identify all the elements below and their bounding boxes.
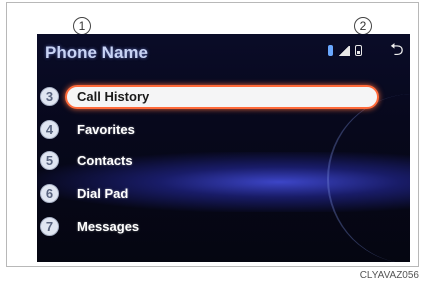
menu-item-favorites[interactable]: 4 Favorites [37,117,377,141]
menu-label-call-history: Call History [77,88,150,104]
phone-name-title: Phone Name [45,43,148,62]
menu-item-messages[interactable]: 7 Messages [37,214,377,238]
menu-label-messages: Messages [77,218,140,234]
callout-7: 7 [40,216,59,236]
back-icon[interactable]: ⮌ [390,41,404,58]
figure-caption: CLYAVAZ056 [359,270,419,281]
menu-label-dial-pad: Dial Pad [77,185,129,201]
callout-4: 4 [40,119,59,139]
callout-5: 5 [40,150,59,170]
menu-label-contacts: Contacts [77,152,133,168]
phone-menu-screen: Phone Name ⮌ 3 Call History 4 Favorites … [37,34,410,262]
callout-6: 6 [40,183,59,203]
callout-title: 1 [73,17,91,35]
menu-item-contacts[interactable]: 5 Contacts [37,148,377,172]
callout-3: 3 [40,86,59,106]
menu-item-dial-pad[interactable]: 6 Dial Pad [37,181,377,205]
callout-status: 2 [354,17,372,35]
bluetooth-icon [328,45,333,56]
battery-icon [355,45,362,56]
signal-strength-icon [338,45,350,56]
menu-label-favorites: Favorites [77,121,135,137]
status-icons [328,45,362,56]
menu-item-call-history[interactable]: 3 Call History [37,84,377,108]
